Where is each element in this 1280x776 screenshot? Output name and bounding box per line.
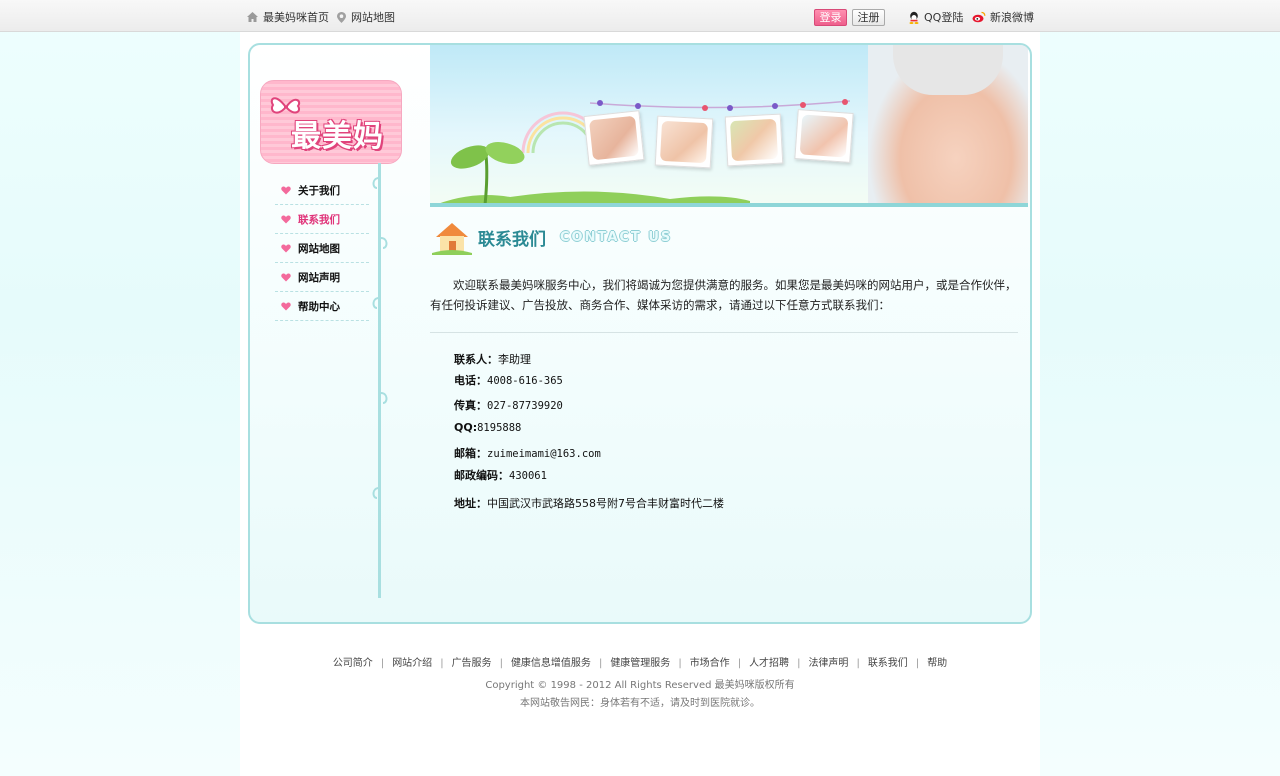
menu-item-help[interactable]: 帮助中心 [275,292,369,321]
footer-link[interactable]: 广告服务 [452,658,492,669]
menu-item-label: 联系我们 [298,213,340,226]
baby-photo [654,115,714,169]
intro-paragraph: 欢迎联系最美妈咪服务中心，我们将竭诚为您提供满意的服务。如果您是最美妈咪的网站用… [430,278,1017,312]
heart-icon [281,244,291,252]
footer-separator: | [380,658,385,669]
section-title-en: CONTACT US [560,229,673,245]
contact-person-label: 联系人： [454,353,498,366]
content-frame: 最美妈咪 关于我们 联系我们 网站地图 网站声明 帮助中心 [248,43,1032,624]
contact-phone-value: 4008-616-365 [487,375,563,387]
contact-zip-row: 邮政编码：430061 [454,467,547,483]
contact-phone-row: 电话：4008-616-365 [454,372,563,388]
contact-email-label: 邮箱： [454,447,487,460]
health-warning-text: 本网站敬告网民：身体若有不适，请及时到医院就诊。 [520,698,760,709]
house-icon [432,223,472,255]
weibo-icon [972,11,986,23]
footer-separator: | [737,658,742,669]
contact-qq-value: 8195888 [477,422,522,434]
contact-fax-label: 传真： [454,399,487,412]
location-pin-icon [337,11,346,23]
footer-separator: | [856,658,860,669]
menu-item-label: 帮助中心 [298,300,340,313]
side-menu: 关于我们 联系我们 网站地图 网站声明 帮助中心 [275,176,369,321]
home-icon [247,12,258,22]
top-bar: 最美妈咪首页 网站地图 登录 注册 QQ登陆 新浪微博 [0,0,1280,32]
sitemap-link[interactable]: 网站地图 [336,9,395,25]
top-bar-inner: 最美妈咪首页 网站地图 登录 注册 QQ登陆 新浪微博 [240,0,1040,32]
menu-item-about[interactable]: 关于我们 [275,176,369,205]
banner-bottom-line [430,203,1028,207]
weibo-login-label: 新浪微博 [990,11,1034,24]
decorative-vine [372,163,388,598]
footer-separator: | [678,658,682,669]
section-title: 联系我们 [478,229,546,250]
footer-separator: | [499,658,503,669]
heart-icon [281,273,291,281]
contact-address-label: 地址： [454,497,487,510]
section-heading: 联系我们 CONTACT US [432,217,672,257]
footer-link[interactable]: 健康信息增值服务 [511,658,591,669]
baby-photo [724,113,784,167]
menu-item-sitemap[interactable]: 网站地图 [275,234,369,263]
heart-icon [281,186,291,194]
contact-address-value: 中国武汉市武珞路558号附7号合丰财富时代二楼 [487,497,724,510]
weibo-login-link[interactable]: 新浪微博 [972,9,1034,25]
sitemap-link-label: 网站地图 [351,11,395,24]
heart-icon [281,302,291,310]
heart-icon [281,215,291,223]
footer-link[interactable]: 市场合作 [690,658,730,669]
contact-address-row: 地址：中国武汉市武珞路558号附7号合丰财富时代二楼 [454,495,724,511]
contact-fax-value: 027-87739920 [487,400,563,412]
footer-nav: 公司简介 | 网站介绍 | 广告服务 | 健康信息增值服务 | 健康管理服务 | 市场合作 | 人才招聘… [240,654,1040,669]
home-link-label: 最美妈咪首页 [263,11,329,24]
register-button[interactable]: 注册 [852,9,885,26]
header-banner [430,45,1028,207]
footer-separator: | [440,658,444,669]
footer-link[interactable]: 公司简介 [333,658,373,669]
contact-person-value: 李助理 [498,353,531,366]
logo-text: 最美妈咪 [291,119,384,154]
contact-person-row: 联系人：李助理 [454,351,531,367]
content-divider [430,332,1018,333]
footer-link[interactable]: 人才招聘 [749,658,789,669]
menu-item-label: 网站地图 [298,242,340,255]
footer-link[interactable]: 法律声明 [808,658,848,669]
menu-item-contact[interactable]: 联系我们 [275,205,369,234]
login-button[interactable]: 登录 [814,9,847,26]
footer-link[interactable]: 网站介绍 [392,658,432,669]
contact-fax-row: 传真：027-87739920 [454,397,563,413]
contact-email-value[interactable]: zuimeimami@163.com [487,448,601,460]
contact-zip-label: 邮政编码： [454,469,509,482]
footer-link[interactable]: 联系我们 [868,658,908,669]
menu-item-label: 关于我们 [298,184,340,197]
copyright-text: Copyright © 1998 - 2012 All Rights Reser… [485,680,795,691]
contact-qq-row: QQ:8195888 [454,421,521,434]
footer-separator: | [598,658,603,669]
qq-login-label: QQ登陆 [924,11,964,24]
menu-item-statement[interactable]: 网站声明 [275,263,369,292]
baby-photo [794,109,854,163]
contact-phone-label: 电话： [454,374,487,387]
pregnant-belly-image [868,45,1028,207]
footer-separator: | [915,658,920,669]
site-logo[interactable]: 最美妈咪 [260,80,402,164]
contact-zip-value: 430061 [509,470,547,482]
contact-qq-label: QQ: [454,421,478,434]
footer-separator: | [797,658,801,669]
contact-email-row: 邮箱：zuimeimami@163.com [454,445,601,461]
footer-link[interactable]: 健康管理服务 [610,658,670,669]
footer-link[interactable]: 帮助 [927,658,947,669]
menu-item-label: 网站声明 [298,271,340,284]
baby-photo [583,110,645,166]
qq-login-link[interactable]: QQ登陆 [908,9,963,25]
home-link[interactable]: 最美妈咪首页 [246,9,329,25]
qq-penguin-icon [909,11,919,24]
page-container: 最美妈咪 关于我们 联系我们 网站地图 网站声明 帮助中心 [240,32,1040,776]
